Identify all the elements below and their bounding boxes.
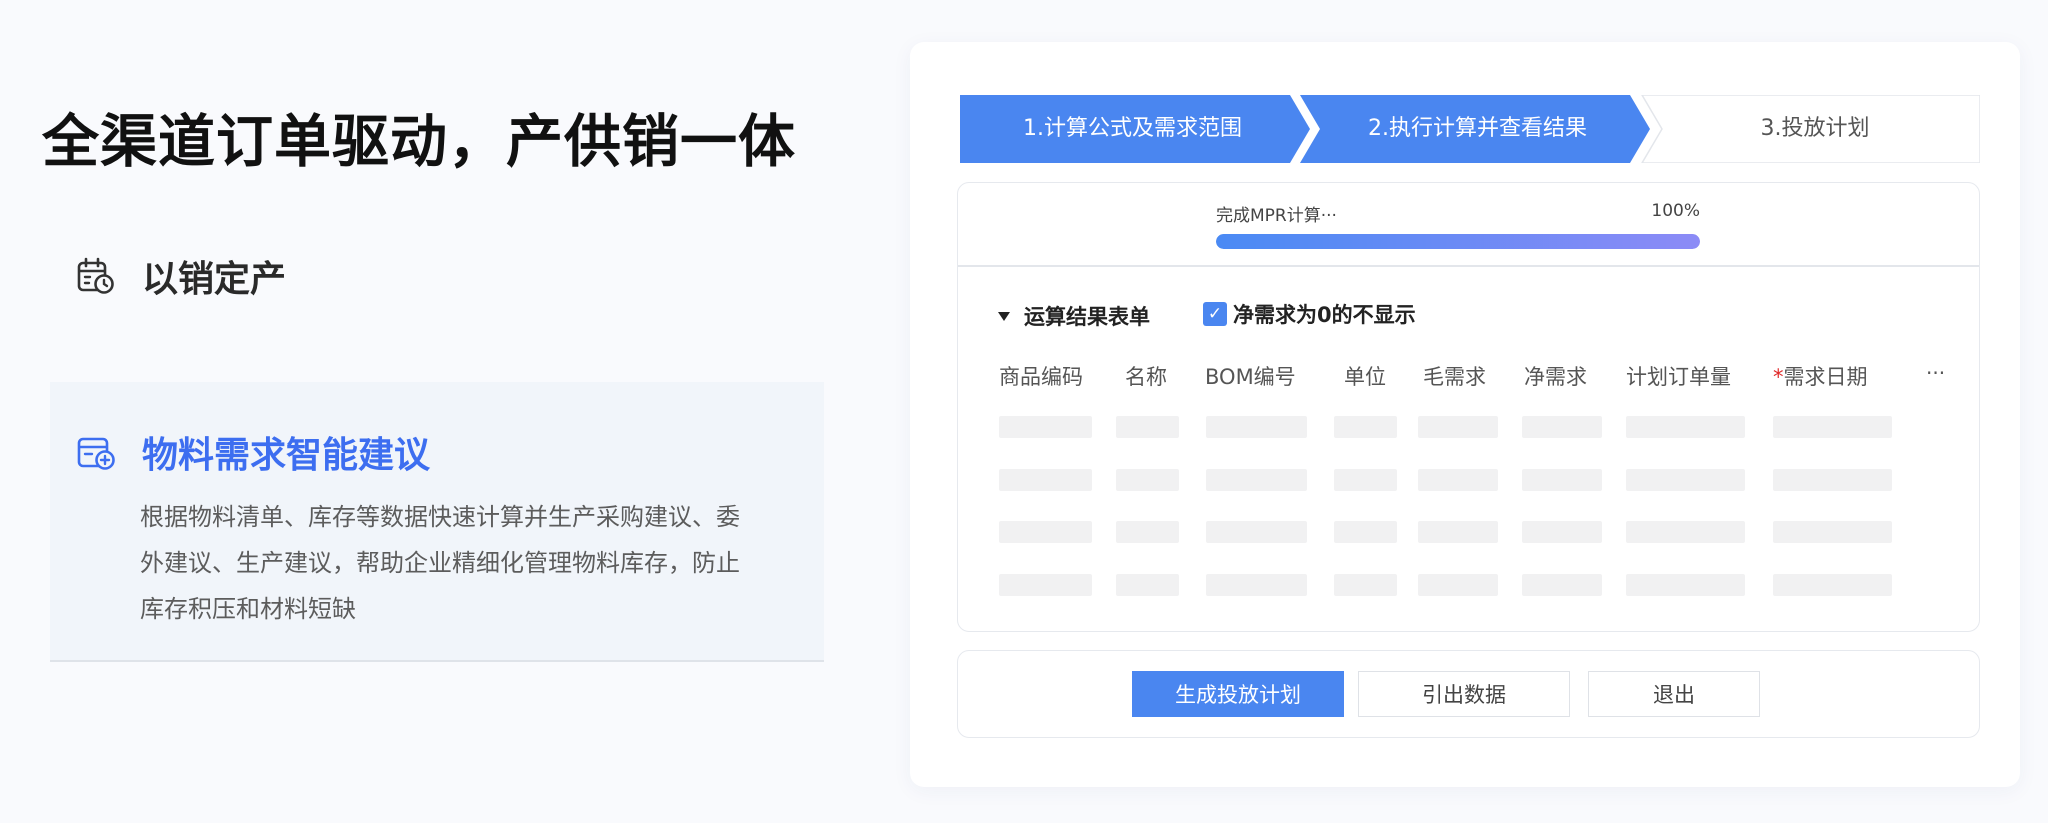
column-header: BOM编号 — [1205, 365, 1296, 389]
result-title: 运算结果表单 — [1024, 305, 1150, 329]
column-header: 单位 — [1344, 365, 1386, 389]
checkbox-label: 净需求为0的不显示 — [1233, 303, 1416, 327]
caret-down-icon — [998, 311, 1010, 321]
page-headline: 全渠道订单驱动，产供销一体 — [42, 109, 796, 175]
feature-title: 以销定产 — [142, 259, 287, 300]
placeholder-cell — [1116, 469, 1179, 491]
feature-material-suggestion[interactable]: 物料需求智能建议 根据物料清单、库存等数据快速计算并生产采购建议、委外建议、生产… — [50, 382, 824, 662]
mrp-wizard-card: 1.计算公式及需求范围 2.执行计算并查看结果 3.投放计划 完成MPR计算··… — [910, 42, 2020, 787]
column-header: 商品编码 — [999, 365, 1083, 389]
placeholder-cell — [1522, 521, 1602, 543]
progress-bar — [1216, 234, 1700, 249]
placeholder-cell — [1116, 521, 1179, 543]
column-header: 净需求 — [1524, 365, 1587, 389]
placeholder-cell — [1773, 574, 1892, 596]
feature-title: 物料需求智能建议 — [142, 435, 431, 476]
result-panel: 完成MPR计算··· 100% 运算结果表单 ✓ 净需求为0的不显示 商品编码 … — [957, 182, 1980, 632]
required-mark: * — [1773, 365, 1784, 389]
progress-label: 完成MPR计算··· — [1216, 206, 1337, 226]
placeholder-cell — [1206, 416, 1307, 438]
placeholder-cell — [999, 416, 1092, 438]
calendar-clock-icon — [77, 257, 114, 294]
placeholder-cell — [1206, 574, 1307, 596]
calendar-add-icon — [77, 437, 115, 470]
column-header: 计划订单量 — [1626, 365, 1731, 389]
column-header: 需求日期 — [1783, 365, 1868, 389]
placeholder-cell — [1773, 416, 1892, 438]
wizard-steps: 1.计算公式及需求范围 2.执行计算并查看结果 3.投放计划 — [960, 95, 1980, 163]
placeholder-cell — [1206, 469, 1307, 491]
placeholder-cell — [1418, 574, 1498, 596]
placeholder-cell — [1626, 469, 1745, 491]
check-icon[interactable]: ✓ — [1203, 302, 1227, 326]
exit-button[interactable]: 退出 — [1588, 671, 1760, 717]
divider — [958, 265, 1979, 267]
progress-section: 完成MPR计算··· 100% — [1216, 201, 1700, 249]
result-section-toggle[interactable]: 运算结果表单 — [998, 301, 1150, 331]
action-bar: 生成投放计划 引出数据 退出 — [957, 650, 1980, 738]
placeholder-cell — [1334, 521, 1397, 543]
placeholder-cell — [1626, 416, 1745, 438]
placeholder-cell — [999, 521, 1092, 543]
feature-sales-driven[interactable]: 以销定产 — [76, 250, 286, 302]
placeholder-cell — [1418, 416, 1498, 438]
placeholder-cell — [1522, 469, 1602, 491]
export-data-button[interactable]: 引出数据 — [1358, 671, 1570, 717]
placeholder-cell — [1334, 574, 1397, 596]
placeholder-cell — [1522, 416, 1602, 438]
feature-description: 根据物料清单、库存等数据快速计算并生产采购建议、委外建议、生产建议，帮助企业精细… — [140, 503, 740, 623]
placeholder-cell — [1334, 469, 1397, 491]
placeholder-cell — [1773, 469, 1892, 491]
placeholder-cell — [1522, 574, 1602, 596]
progress-fill — [1216, 234, 1700, 249]
placeholder-cell — [1626, 521, 1745, 543]
column-header-required: *需求日期 — [1773, 361, 1868, 391]
step-1[interactable]: 1.计算公式及需求范围 — [960, 95, 1305, 163]
placeholder-cell — [1116, 574, 1179, 596]
progress-percent: 100% — [1651, 201, 1700, 221]
placeholder-cell — [1334, 416, 1397, 438]
placeholder-cell — [999, 469, 1092, 491]
column-header: 名称 — [1125, 365, 1167, 389]
step-2[interactable]: 2.执行计算并查看结果 — [1305, 95, 1650, 163]
more-icon[interactable]: ··· — [1926, 361, 1945, 385]
placeholder-cell — [1206, 521, 1307, 543]
placeholder-cell — [1418, 521, 1498, 543]
generate-plan-button[interactable]: 生成投放计划 — [1132, 671, 1344, 717]
placeholder-cell — [1116, 416, 1179, 438]
column-header: 毛需求 — [1423, 365, 1486, 389]
step-3[interactable]: 3.投放计划 — [1650, 95, 1980, 163]
placeholder-cell — [999, 574, 1092, 596]
placeholder-cell — [1418, 469, 1498, 491]
placeholder-cell — [1626, 574, 1745, 596]
placeholder-cell — [1773, 521, 1892, 543]
hide-zero-checkbox[interactable]: ✓ 净需求为0的不显示 — [1203, 299, 1416, 329]
